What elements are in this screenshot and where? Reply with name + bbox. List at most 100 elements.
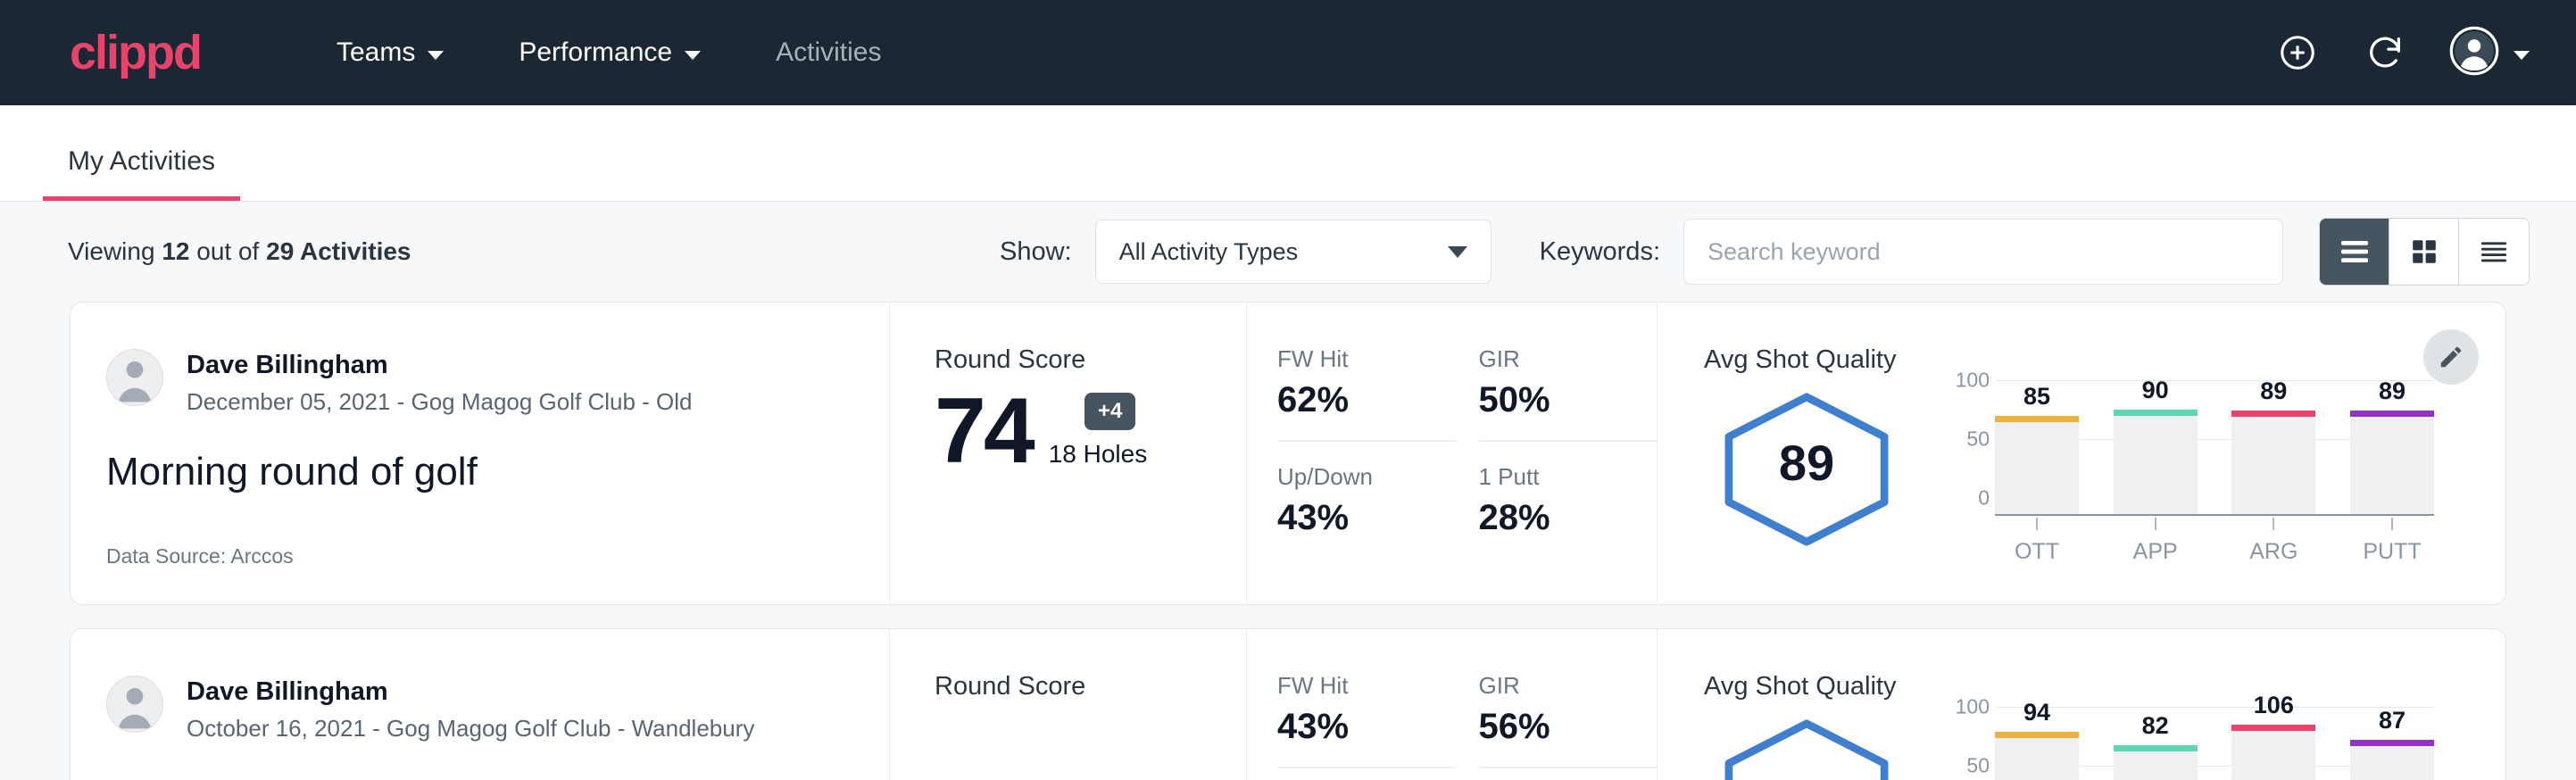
activity-type-select[interactable]: All Activity Types [1095,220,1492,284]
viewing-count: 12 [162,237,189,265]
chevron-down-icon [428,51,444,60]
chart-y-axis: 100 50 0 [1934,380,1990,516]
activity-card[interactable]: Dave Billingham December 05, 2021 - Gog … [70,302,2506,605]
stat-up-down: Up/Down 43% [1277,442,1456,538]
activity-card[interactable]: Dave Billingham October 16, 2021 - Gog M… [70,628,2506,780]
nav-item-performance-label: Performance [519,37,672,68]
x-tick-mark [2036,518,2038,530]
view-toggle-grid[interactable] [2389,219,2459,285]
chart-x-axis: OTT APP ARG PUTT [1995,518,2434,565]
stat-one-putt: 1 Putt 28% [1479,442,1658,538]
activity-info-column: Dave Billingham October 16, 2021 - Gog M… [71,629,890,780]
activity-meta: December 05, 2021 - Gog Magog Golf Club … [187,388,693,416]
bar-value-label: 89 [2231,378,2315,405]
clippd-logo[interactable]: clippd [70,25,201,80]
stat-fw-hit-value: 62% [1277,380,1431,420]
top-navigation-bar: clippd Teams Performance Activities [0,0,2576,105]
x-tick-arg: ARG [2231,518,2315,565]
bar-value-label: 89 [2350,378,2434,405]
viewing-middle: out of [196,237,259,265]
bar-cap [2231,725,2315,731]
plus-circle-icon[interactable] [2274,29,2321,76]
shot-quality-hexagon [1704,707,1909,780]
shot-quality-column: Avg Shot Quality 100 50 0 [1658,629,2505,780]
bar-cap [2114,745,2198,751]
view-toggle-list[interactable] [2320,219,2389,285]
bar-rect [2350,411,2434,514]
shot-quality-hexagon: 89 [1704,380,1909,548]
score-to-par-badge: +4 [1084,393,1135,430]
view-mode-toggle-group [2319,218,2530,286]
bar-value-label: 106 [2231,692,2315,719]
bar-rect [1995,416,2079,515]
bar-value-label: 85 [1995,383,2079,411]
shot-quality-value: 89 [1718,434,1895,492]
activity-author: Dave Billingham December 05, 2021 - Gog … [106,349,853,416]
chart-bar-ott: 85 [1995,380,2079,514]
chevron-down-icon [2514,51,2530,60]
chart-baseline [1995,514,2434,516]
bar-rect [1995,732,2079,780]
chart-bar-arg: 106 [2231,707,2315,780]
bar-cap [2350,740,2434,746]
x-tick-app: APP [2114,518,2198,565]
user-menu[interactable] [2449,26,2530,80]
chart-bar-arg: 89 [2231,380,2315,514]
chart-y-axis: 100 50 0 [1934,707,1990,780]
chevron-down-icon [1448,246,1467,258]
stat-fw-hit-label: FW Hit [1277,345,1431,373]
refresh-icon[interactable] [2362,29,2408,76]
stat-up-down-label: Up/Down [1277,463,1431,491]
x-tick-mark [2273,518,2274,530]
bar-rect [2114,745,2198,780]
view-toggle-compact[interactable] [2459,219,2529,285]
activity-data-source: Data Source: Arccos [106,544,853,568]
y-tick-100: 100 [1956,369,1990,393]
chart-plot-area: 948210687 [1995,707,2434,780]
round-score-label: Round Score [935,345,1246,375]
stat-one-putt-label: 1 Putt [1479,463,1633,491]
bar-cap [2350,411,2434,417]
round-score-value: 74 [935,387,1033,476]
round-score-value-row: 74 +4 18 Holes [935,387,1246,476]
chart-bar-putt: 89 [2350,380,2434,514]
nav-item-activities[interactable]: Activities [738,37,918,68]
stat-up-down-value: 43% [1277,498,1431,538]
avatar [106,349,163,406]
stat-fw-hit: FW Hit 62% [1277,345,1456,442]
viewing-prefix: Viewing [68,237,155,265]
x-tick-mark [2391,518,2393,530]
activity-stats-grid: FW Hit 43% GIR 56% [1247,629,1658,780]
activity-stats-grid: FW Hit 62% GIR 50% Up/Down 43% 1 Putt 28… [1247,303,1658,604]
tab-bar: My Activities [0,105,2576,202]
x-tick-label: ARG [2231,539,2315,565]
activity-player-name: Dave Billingham [187,349,693,381]
search-input[interactable] [1683,219,2283,285]
round-score-label: Round Score [935,672,1246,701]
bar-cap [2231,411,2315,417]
nav-icon-group [2274,26,2530,80]
x-tick-label: OTT [1995,539,2079,565]
avg-shot-quality-label: Avg Shot Quality [1704,345,2505,375]
stat-gir: GIR 50% [1479,345,1658,442]
nav-item-teams[interactable]: Teams [299,37,481,68]
stat-gir-label: GIR [1479,345,1633,373]
activity-player-name: Dave Billingham [187,676,754,708]
shot-quality-chart: 100 50 0 85908989 OTTAPPARGPUTT [1934,380,2434,559]
y-tick-50: 50 [1966,754,1990,778]
bar-value-label: 90 [2114,377,2198,404]
avatar-icon [2449,26,2499,80]
viewing-count-text: Viewing 12 out of 29 Activities [68,237,411,266]
tab-my-activities[interactable]: My Activities [43,146,240,201]
x-tick-label: PUTT [2350,539,2434,565]
stat-gir-value: 56% [1479,707,1633,747]
viewing-total: 29 Activities [266,237,411,265]
activity-type-select-value: All Activity Types [1119,238,1299,266]
bar-cap [1995,416,2079,422]
nav-item-performance[interactable]: Performance [481,37,738,68]
edit-button[interactable] [2423,329,2479,385]
bar-value-label: 82 [2114,712,2198,740]
shot-quality-body: 89 100 50 0 85908989 OTTAPPARG [1704,380,2505,559]
nav-item-activities-label: Activities [776,37,881,68]
y-tick-100: 100 [1956,695,1990,719]
